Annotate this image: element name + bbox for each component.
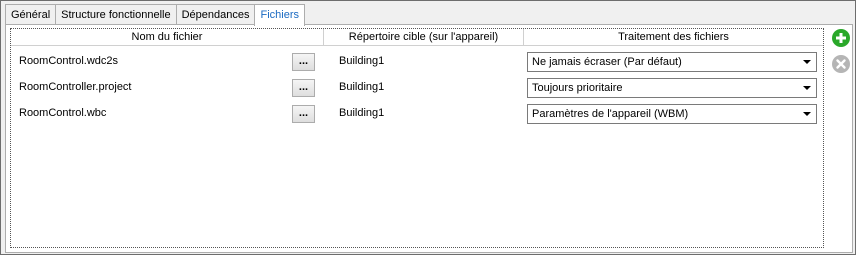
treatment-dropdown-value: Paramètres de l'appareil (WBM) — [532, 108, 689, 120]
browse-button[interactable]: ... — [292, 53, 315, 71]
filename-cell: RoomControl.wdc2s — [19, 55, 119, 67]
target-directory-cell[interactable]: Building1 — [339, 74, 384, 100]
treatment-dropdown[interactable]: Paramètres de l'appareil (WBM) — [527, 104, 817, 124]
browse-button[interactable]: ... — [292, 105, 315, 123]
window-frame: Général Structure fonctionnelle Dépendan… — [0, 0, 856, 255]
files-grid: Nom du fichier Répertoire cible (sur l'a… — [10, 28, 824, 248]
treatment-dropdown[interactable]: Toujours prioritaire — [527, 78, 817, 98]
files-tab-panel: Nom du fichier Répertoire cible (sur l'a… — [5, 24, 853, 253]
column-header-target-directory[interactable]: Répertoire cible (sur l'appareil) — [324, 29, 524, 46]
chevron-down-icon[interactable] — [803, 86, 811, 90]
table-row[interactable]: RoomControl.wbc ... Building1 Paramètres… — [11, 100, 823, 126]
filename-cell: RoomController.project — [19, 81, 132, 93]
plus-circle-icon — [836, 33, 846, 43]
chevron-down-icon[interactable] — [803, 60, 811, 64]
tab-files[interactable]: Fichiers — [254, 4, 305, 26]
remove-file-button[interactable] — [832, 55, 850, 73]
chevron-down-icon[interactable] — [803, 112, 811, 116]
tab-dependencies[interactable]: Dépendances — [175, 4, 256, 25]
treatment-dropdown-value: Ne jamais écraser (Par défaut) — [532, 56, 682, 68]
tab-bar: Général Structure fonctionnelle Dépendan… — [5, 4, 305, 26]
add-file-button[interactable] — [832, 29, 850, 47]
tab-general[interactable]: Général — [5, 4, 57, 25]
table-row[interactable]: RoomController.project ... Building1 Tou… — [11, 74, 823, 100]
browse-button[interactable]: ... — [292, 79, 315, 97]
tab-functional-structure[interactable]: Structure fonctionnelle — [55, 4, 177, 25]
target-directory-cell[interactable]: Building1 — [339, 100, 384, 126]
table-row[interactable]: RoomControl.wdc2s ... Building1 Ne jamai… — [11, 48, 823, 74]
grid-header: Nom du fichier Répertoire cible (sur l'a… — [11, 29, 823, 46]
target-directory-cell[interactable]: Building1 — [339, 48, 384, 74]
filename-cell: RoomControl.wbc — [19, 107, 107, 119]
treatment-dropdown-value: Toujours prioritaire — [532, 82, 623, 94]
column-header-file-treatment[interactable]: Traitement des fichiers — [524, 29, 823, 46]
treatment-dropdown[interactable]: Ne jamais écraser (Par défaut) — [527, 52, 817, 72]
x-circle-icon — [836, 59, 846, 69]
column-header-filename[interactable]: Nom du fichier — [11, 29, 324, 46]
